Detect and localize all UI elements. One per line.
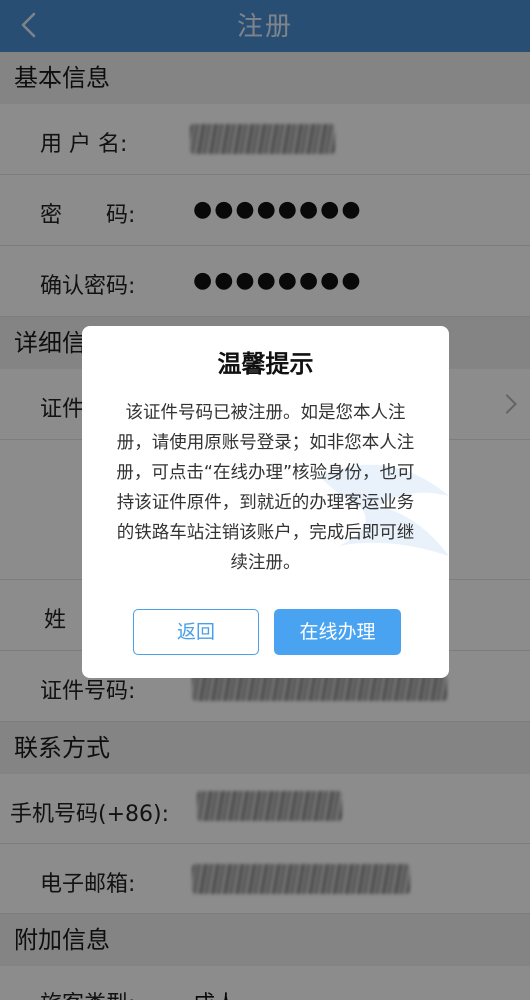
alert-dialog: 温馨提示 该证件号码已被注册。如是您本人注册，请使用原账号登录；如非您本人注册，… (82, 326, 449, 678)
online-process-button[interactable]: 在线办理 (274, 609, 401, 655)
dialog-message: 该证件号码已被注册。如是您本人注册，请使用原账号登录；如非您本人注册，可点击“在… (116, 403, 415, 573)
dialog-title: 温馨提示 (217, 350, 314, 378)
back-button[interactable]: 返回 (133, 609, 259, 655)
